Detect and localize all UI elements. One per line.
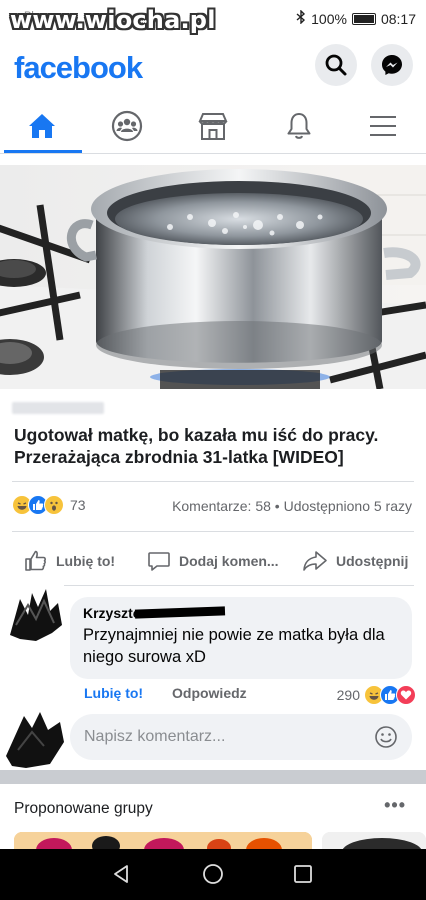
search-button[interactable] — [315, 44, 357, 86]
search-icon — [325, 54, 347, 76]
like-button-label: Lubię to! — [56, 553, 116, 569]
post-link-title[interactable]: Ugotował matkę, bo kazała mu iść do prac… — [14, 424, 414, 468]
recents-button[interactable] — [290, 861, 316, 887]
more-options-button[interactable]: ••• — [384, 795, 406, 816]
comment-bubble: Krzyszto Przynajmniej nie powie ze matka… — [70, 597, 412, 679]
tab-marketplace[interactable] — [190, 106, 236, 146]
tab-menu[interactable] — [360, 106, 406, 146]
share-button-label: Udostępnij — [336, 553, 409, 569]
system-nav-bar — [0, 849, 426, 900]
divider — [12, 585, 414, 586]
comment-author-name: Krzyszto — [83, 605, 142, 621]
clock: 08:17 — [380, 10, 416, 27]
battery-icon — [351, 12, 376, 25]
marketplace-icon — [198, 113, 228, 140]
app-header: facebook — [0, 38, 426, 96]
back-icon — [114, 865, 128, 883]
redaction-bar — [134, 606, 226, 619]
tab-notifications[interactable] — [276, 106, 322, 146]
comment-text: Przynajmniej nie powie ze matka była dla… — [83, 626, 385, 666]
reaction-count: 73 — [70, 497, 86, 513]
battery-percent: 100% — [311, 10, 347, 27]
watermark: www.wiocha.pl — [10, 6, 216, 34]
love-icon — [396, 685, 416, 705]
divider — [12, 481, 414, 482]
comment-input[interactable]: Napisz komentarz... — [70, 714, 412, 760]
tab-groups[interactable] — [104, 106, 150, 146]
comment-reactions[interactable]: 290 — [336, 685, 416, 705]
comment-button-label: Dodaj komen... — [179, 553, 279, 569]
groups-icon — [111, 110, 143, 142]
status-right: 100% 08:17 — [296, 9, 416, 27]
bell-icon — [287, 113, 311, 139]
share-icon — [303, 551, 327, 571]
home-circle-icon — [203, 864, 223, 884]
wow-icon — [44, 495, 64, 515]
thumbs-up-icon — [25, 550, 46, 571]
messenger-button[interactable] — [371, 44, 413, 86]
comment-reply-button[interactable]: Odpowiedz — [172, 685, 247, 701]
emoji-icon[interactable] — [374, 725, 398, 749]
comment-icon — [148, 552, 170, 571]
recents-icon — [294, 865, 312, 883]
post-stats[interactable]: Komentarze: 58 • Udostępniono 5 razy — [172, 498, 412, 514]
bluetooth-icon — [296, 9, 306, 27]
comment-like-button[interactable]: Lubię to! — [84, 685, 143, 701]
divider — [12, 531, 414, 532]
like-button[interactable]: Lubię to! — [24, 544, 115, 578]
home-button[interactable] — [200, 861, 226, 887]
share-button[interactable]: Udostępnij — [302, 544, 408, 578]
messenger-icon — [382, 55, 402, 75]
comment-reaction-count: 290 — [336, 687, 360, 703]
menu-icon — [370, 116, 396, 136]
commenter-avatar[interactable] — [6, 585, 64, 643]
main-nav — [0, 98, 426, 154]
group-card[interactable] — [14, 832, 312, 850]
reaction-summary[interactable]: 73 — [12, 495, 86, 515]
comment-input-placeholder: Napisz komentarz... — [84, 728, 226, 745]
section-separator — [0, 770, 426, 784]
tab-home[interactable] — [19, 106, 65, 146]
comment-author[interactable]: Krzyszto — [83, 605, 399, 621]
post-image[interactable] — [0, 165, 426, 389]
link-domain-blurred — [12, 402, 104, 414]
comment-button[interactable]: Dodaj komen... — [147, 544, 279, 578]
facebook-logo[interactable]: facebook — [14, 50, 143, 86]
group-card[interactable] — [322, 832, 426, 850]
active-tab-indicator — [4, 150, 82, 153]
suggested-groups-title: Proponowane grupy — [14, 800, 153, 817]
home-icon — [29, 114, 55, 138]
comment-meta: Lubię to! Odpowiedz 290 — [84, 685, 416, 705]
back-button[interactable] — [109, 861, 135, 887]
post-actions: Lubię to! Dodaj komen... Udostępnij — [0, 544, 426, 578]
user-avatar[interactable] — [4, 708, 66, 770]
